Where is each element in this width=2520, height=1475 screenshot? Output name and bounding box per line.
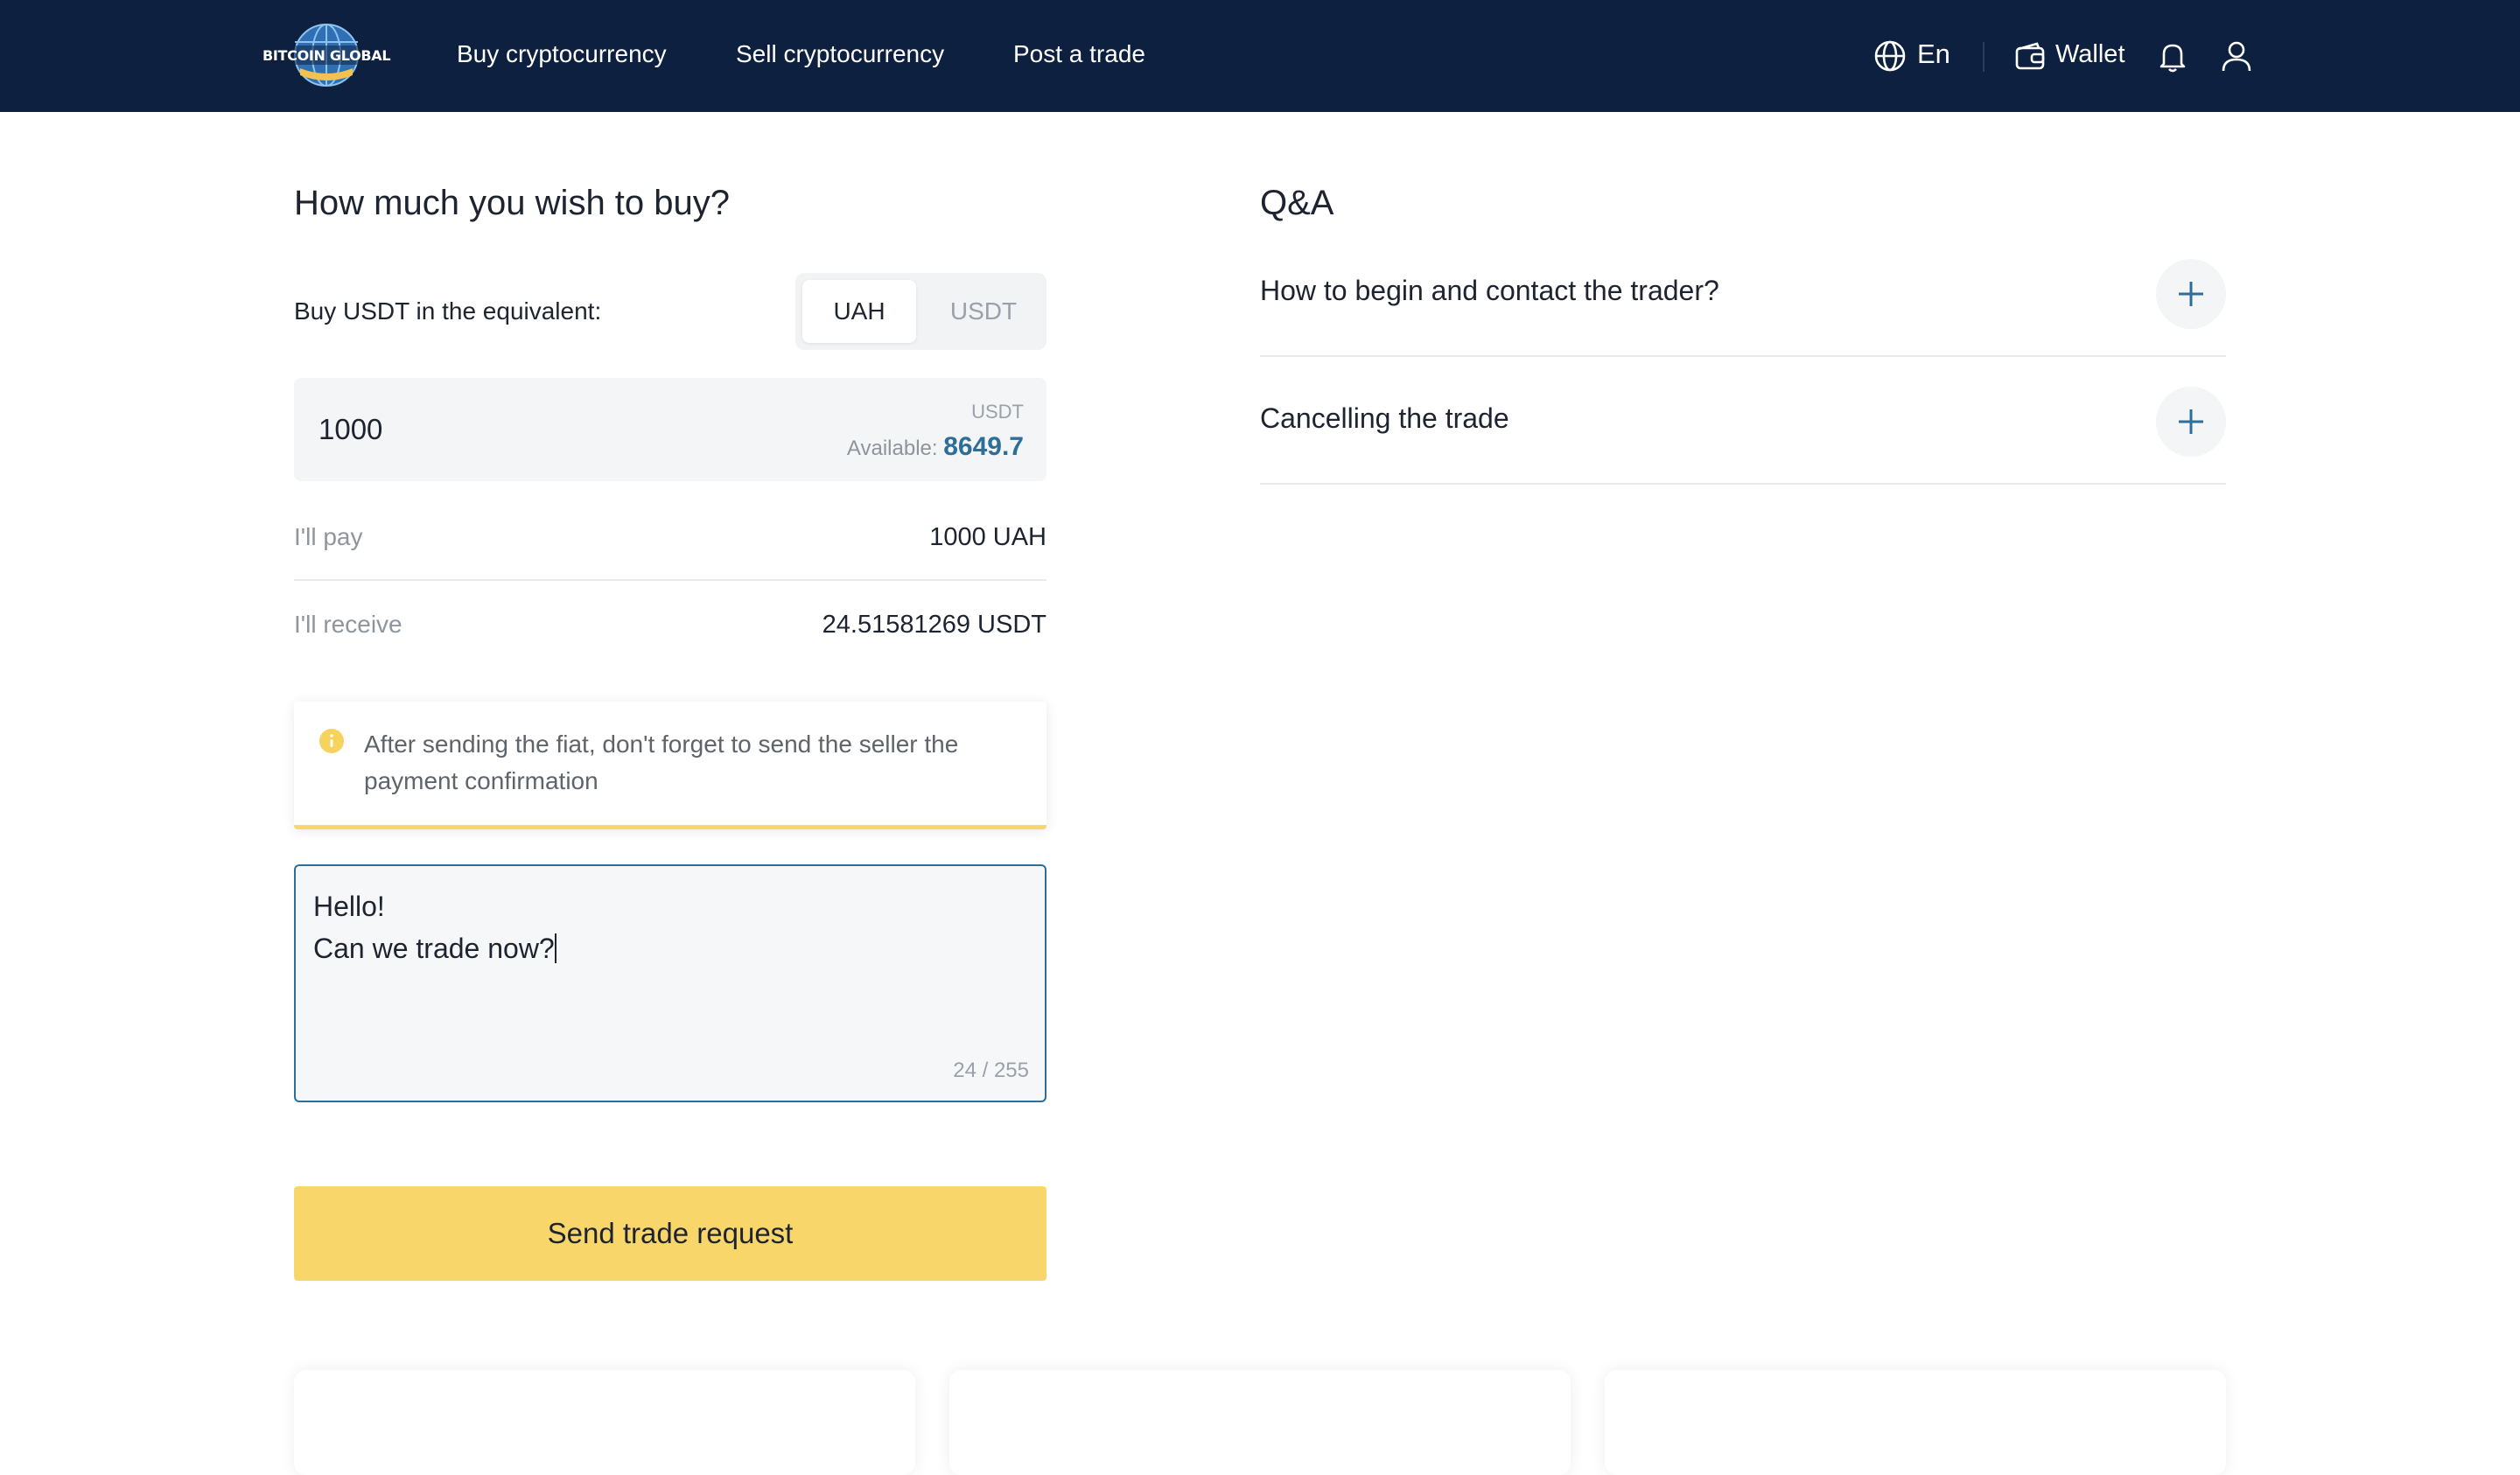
notice-text: After sending the fiat, don't forget to … — [364, 731, 959, 794]
toggle-uah-button[interactable]: UAH — [802, 280, 916, 343]
nav-post-a-trade[interactable]: Post a trade — [1013, 40, 1145, 68]
payment-notice: After sending the fiat, don't forget to … — [294, 702, 1046, 829]
top-navigation-bar: BITCOIN GLOBAL Buy cryptocurrency Sell c… — [0, 0, 2520, 112]
info-card — [949, 1370, 1571, 1475]
language-selector[interactable]: En — [1917, 38, 1950, 70]
user-icon[interactable] — [2219, 38, 2254, 73]
summary-divider — [294, 579, 1046, 581]
amount-currency: USDT — [971, 401, 1024, 423]
qa-title: Q&A — [1260, 184, 1334, 222]
header-divider — [1983, 42, 1984, 72]
nav-buy-cryptocurrency[interactable]: Buy cryptocurrency — [457, 40, 667, 68]
amount-input[interactable]: 1000 — [318, 413, 382, 446]
receive-value: 24.51581269 USDT — [822, 611, 1046, 639]
bell-icon[interactable] — [2155, 38, 2190, 73]
buy-form-title: How much you wish to buy? — [294, 184, 731, 222]
message-text[interactable]: Hello! Can we trade now? — [313, 885, 556, 969]
text-caret — [554, 933, 556, 963]
qa-item-cancelling[interactable]: Cancelling the trade — [1260, 357, 2226, 485]
pay-value: 1000 UAH — [929, 523, 1046, 551]
nav-sell-cryptocurrency[interactable]: Sell cryptocurrency — [736, 40, 944, 68]
character-counter: 24 / 255 — [953, 1059, 1029, 1082]
qa-question[interactable]: Cancelling the trade — [1260, 402, 1509, 435]
info-card — [1605, 1370, 2226, 1475]
plus-icon[interactable] — [2156, 259, 2226, 329]
qa-question[interactable]: How to begin and contact the trader? — [1260, 275, 1719, 307]
qa-divider — [1260, 483, 2226, 485]
wallet-icon[interactable] — [2012, 38, 2048, 73]
pay-label: I'll pay — [294, 523, 363, 550]
available-balance: Available: 8649.7 — [847, 432, 1024, 462]
amount-input-box[interactable]: 1000 USDT Available: 8649.7 — [294, 378, 1046, 481]
currency-toggle: UAH USDT — [795, 273, 1046, 350]
message-textarea[interactable]: Hello! Can we trade now? 24 / 255 — [294, 864, 1046, 1102]
logo-text: BITCOIN GLOBAL — [262, 47, 391, 64]
receive-label: I'll receive — [294, 611, 402, 638]
equivalent-label: Buy USDT in the equivalent: — [294, 297, 602, 325]
qa-item-begin-contact[interactable]: How to begin and contact the trader? — [1260, 229, 2226, 357]
plus-icon[interactable] — [2156, 387, 2226, 457]
wallet-link[interactable]: Wallet — [2055, 40, 2125, 69]
available-value[interactable]: 8649.7 — [943, 432, 1024, 461]
globe-icon[interactable] — [1872, 38, 1908, 73]
info-icon — [319, 729, 344, 753]
send-trade-request-button[interactable]: Send trade request — [294, 1186, 1046, 1281]
toggle-usdt-button[interactable]: USDT — [927, 280, 1040, 343]
available-label: Available: — [846, 437, 938, 460]
info-card — [294, 1370, 915, 1475]
